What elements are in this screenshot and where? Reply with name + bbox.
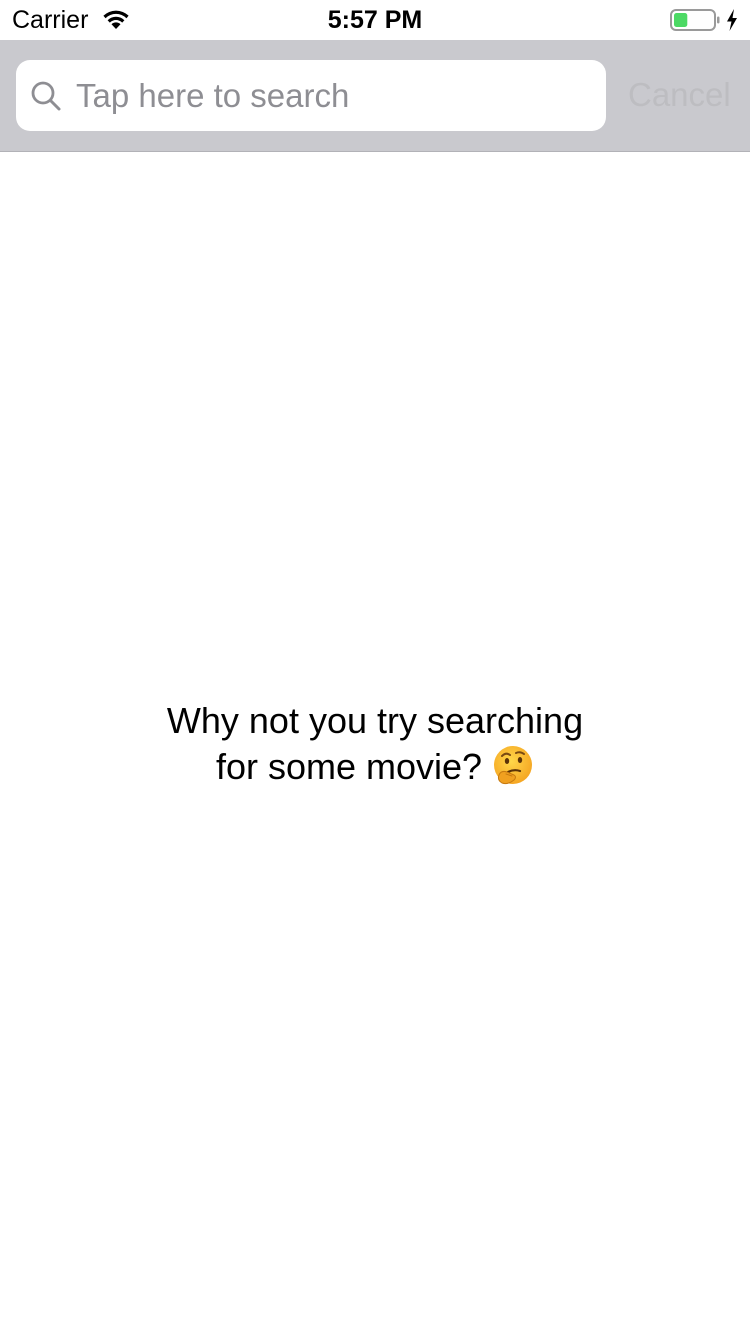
- charging-bolt-icon: [727, 9, 737, 31]
- search-input[interactable]: [72, 60, 592, 131]
- battery-icon: [670, 9, 720, 31]
- thinking-face-icon: [494, 746, 533, 785]
- search-icon: [31, 81, 61, 111]
- empty-state-line-1: Why not you try searching: [166, 700, 584, 741]
- search-bar: Cancel: [0, 40, 750, 152]
- empty-state-line-2-wrap: for some movie?: [100, 744, 650, 790]
- empty-state-message: Why not you try searching for some movie…: [100, 698, 650, 790]
- status-time: 5:57 PM: [327, 6, 423, 34]
- cancel-button[interactable]: Cancel: [628, 72, 731, 118]
- screen: Carrier 5:57 PM Cancel Why not you try s: [0, 0, 750, 1334]
- status-bar: Carrier 5:57 PM: [0, 0, 750, 40]
- empty-state-line-2: for some movie?: [215, 746, 483, 787]
- search-field[interactable]: [16, 60, 606, 131]
